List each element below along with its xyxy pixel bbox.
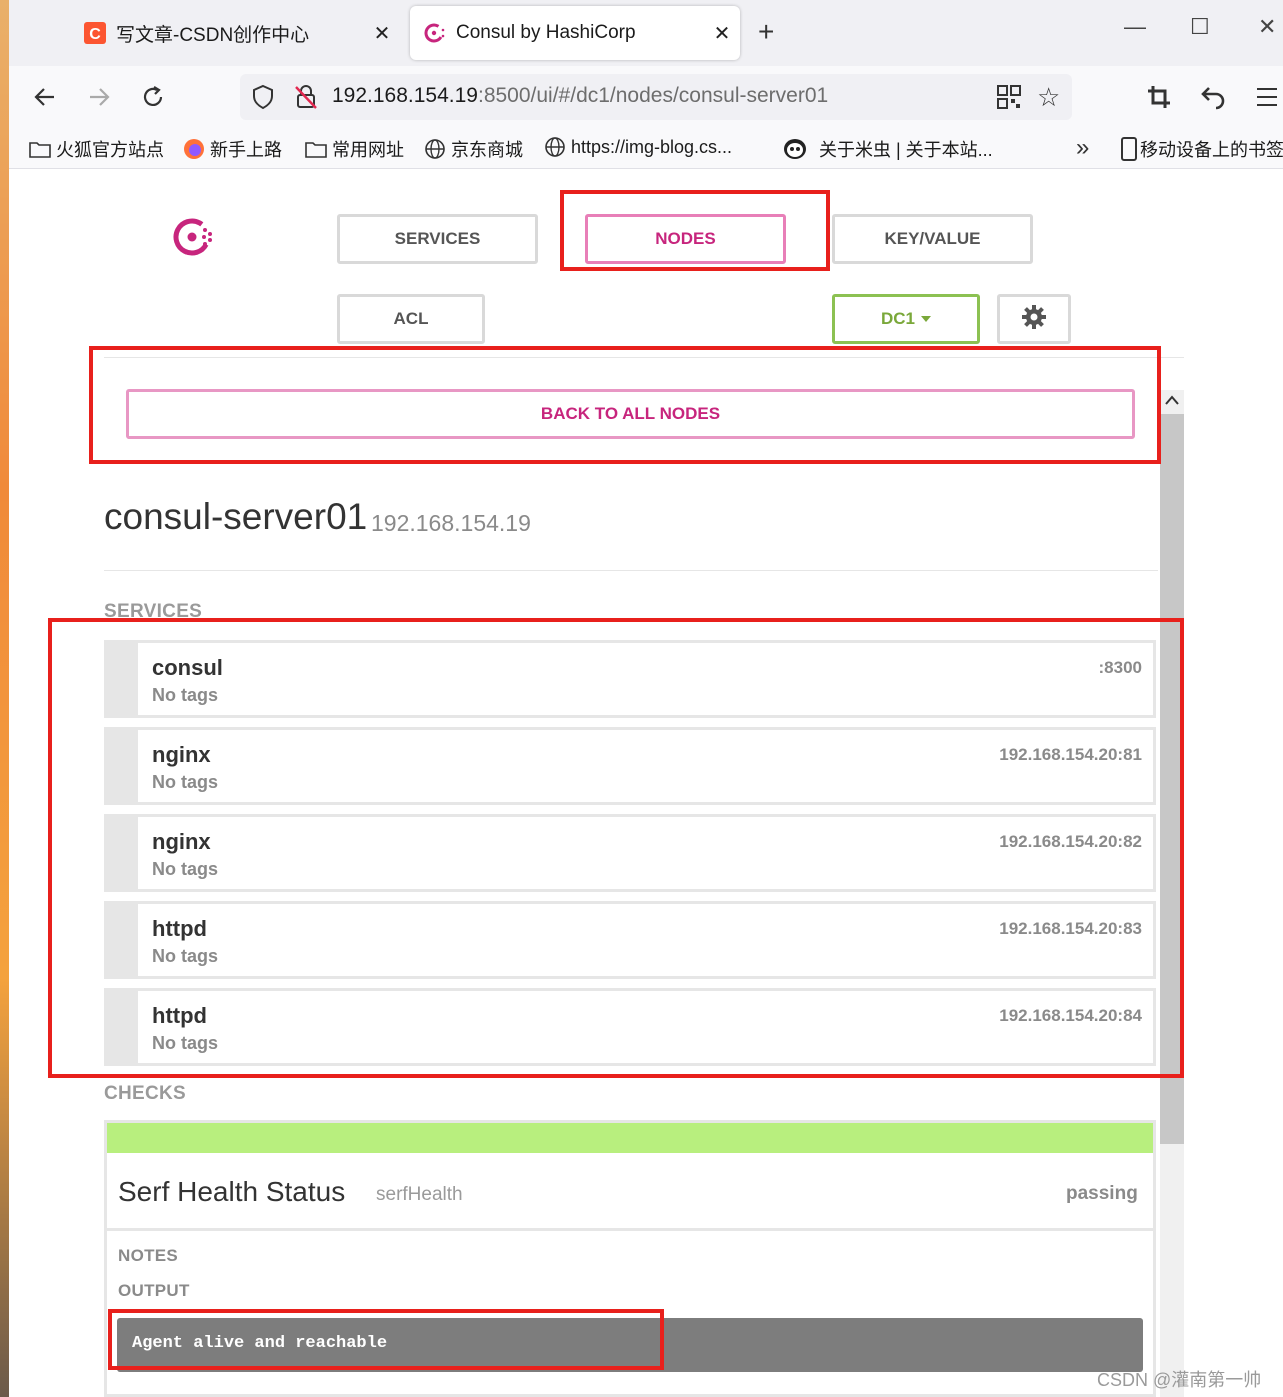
folder-icon	[305, 140, 327, 158]
check-name: Serf Health Status	[118, 1176, 346, 1207]
nav-keyvalue-button[interactable]: KEY/VALUE	[832, 214, 1033, 264]
svg-text:C: C	[89, 26, 101, 43]
annotation-box-services	[48, 618, 1184, 1078]
globe-icon	[544, 136, 566, 158]
bookmark-label: https://img-blog.cs...	[571, 136, 733, 157]
output-label: OUTPUT	[118, 1281, 190, 1300]
check-status: passing	[1066, 1183, 1138, 1204]
notes-label: NOTES	[118, 1246, 179, 1265]
bookmark-label: 关于米虫 | 关于本站...	[819, 140, 993, 160]
tab-consul[interactable]: Consul by HashiCorp ✕	[410, 6, 740, 60]
menu-icon[interactable]	[1255, 86, 1279, 113]
tab-csdn[interactable]: C 写文章-CSDN创作中心 ✕	[70, 6, 400, 60]
bookmark-link[interactable]: 新手上路	[183, 136, 282, 162]
desktop-edge	[0, 0, 9, 1397]
check-divider	[107, 1228, 1153, 1231]
insecure-lock-icon[interactable]	[292, 83, 320, 116]
more-bookmarks-icon[interactable]: »	[1076, 134, 1089, 162]
firefox-icon	[183, 138, 205, 160]
check-passing-bar	[107, 1123, 1153, 1153]
panda-icon	[783, 138, 807, 160]
mobile-bookmarks[interactable]: 移动设备上的书签	[1120, 136, 1283, 162]
datacenter-label: DC1	[880, 309, 915, 328]
globe-icon	[424, 138, 446, 160]
bookmark-label: 常用网址	[332, 140, 404, 160]
scroll-up-icon[interactable]	[1164, 393, 1180, 412]
nav-acl-button[interactable]: ACL	[337, 294, 485, 344]
title-divider	[104, 570, 1158, 571]
nav-services-button[interactable]: SERVICES	[337, 214, 538, 264]
url-text[interactable]: 192.168.154.19:8500/ui/#/dc1/nodes/consu…	[332, 84, 828, 108]
tab-title: Consul by HashiCorp	[456, 22, 636, 43]
consul-logo-icon[interactable]	[172, 216, 218, 263]
datacenter-dropdown[interactable]: DC1	[832, 294, 980, 344]
annotation-box-nodes	[560, 190, 830, 271]
node-address: 192.168.154.19	[371, 510, 531, 536]
gear-icon	[1021, 304, 1047, 335]
annotation-box-output	[108, 1309, 664, 1370]
close-tab-icon[interactable]: ✕	[704, 21, 740, 46]
bookmark-folder[interactable]: 常用网址	[305, 136, 404, 162]
csdn-icon: C	[84, 22, 106, 44]
qr-code-icon[interactable]	[996, 84, 1022, 115]
new-tab-button[interactable]: +	[758, 18, 774, 46]
minimize-icon[interactable]: —	[1124, 14, 1146, 40]
close-tab-icon[interactable]: ✕	[364, 21, 400, 46]
reload-icon[interactable]	[140, 84, 166, 115]
annotation-box-back	[89, 346, 1161, 464]
caret-down-icon	[921, 316, 931, 322]
settings-button[interactable]	[997, 294, 1071, 344]
bookmark-link[interactable]: 京东商城	[424, 136, 523, 162]
consul-icon	[424, 22, 446, 44]
checks-heading: CHECKS	[104, 1083, 187, 1104]
mobile-device-icon	[1120, 137, 1138, 161]
url-path: :8500/ui/#/dc1/nodes/consul-server01	[477, 84, 829, 107]
forward-arrow-icon[interactable]	[86, 84, 112, 115]
bookmark-link[interactable]: https://img-blog.cs...	[544, 136, 732, 158]
bookmark-label: 移动设备上的书签	[1140, 140, 1283, 160]
back-arrow-icon[interactable]	[32, 84, 58, 115]
undo-arrow-icon[interactable]	[1200, 84, 1226, 115]
bookmark-label: 火狐官方站点	[56, 140, 164, 160]
bookmark-star-icon[interactable]: ☆	[1037, 82, 1060, 113]
close-window-icon[interactable]: ✕	[1258, 14, 1276, 40]
url-host: 192.168.154.19	[332, 84, 478, 107]
node-name: consul-server01	[104, 496, 368, 537]
bookmark-label: 新手上路	[210, 140, 282, 160]
check-id: serfHealth	[376, 1184, 463, 1205]
bookmark-label: 京东商城	[451, 140, 523, 160]
folder-icon	[29, 140, 51, 158]
maximize-icon[interactable]: ☐	[1190, 14, 1210, 40]
shield-icon[interactable]	[250, 83, 276, 116]
bookmark-link[interactable]: 关于米虫 | 关于本站...	[783, 136, 993, 162]
watermark: CSDN @灌南第一帅	[1097, 1370, 1262, 1390]
tab-title: 写文章-CSDN创作中心	[116, 24, 310, 46]
bookmark-folder[interactable]: 火狐官方站点	[29, 136, 164, 162]
screenshot-crop-icon[interactable]	[1146, 84, 1172, 115]
